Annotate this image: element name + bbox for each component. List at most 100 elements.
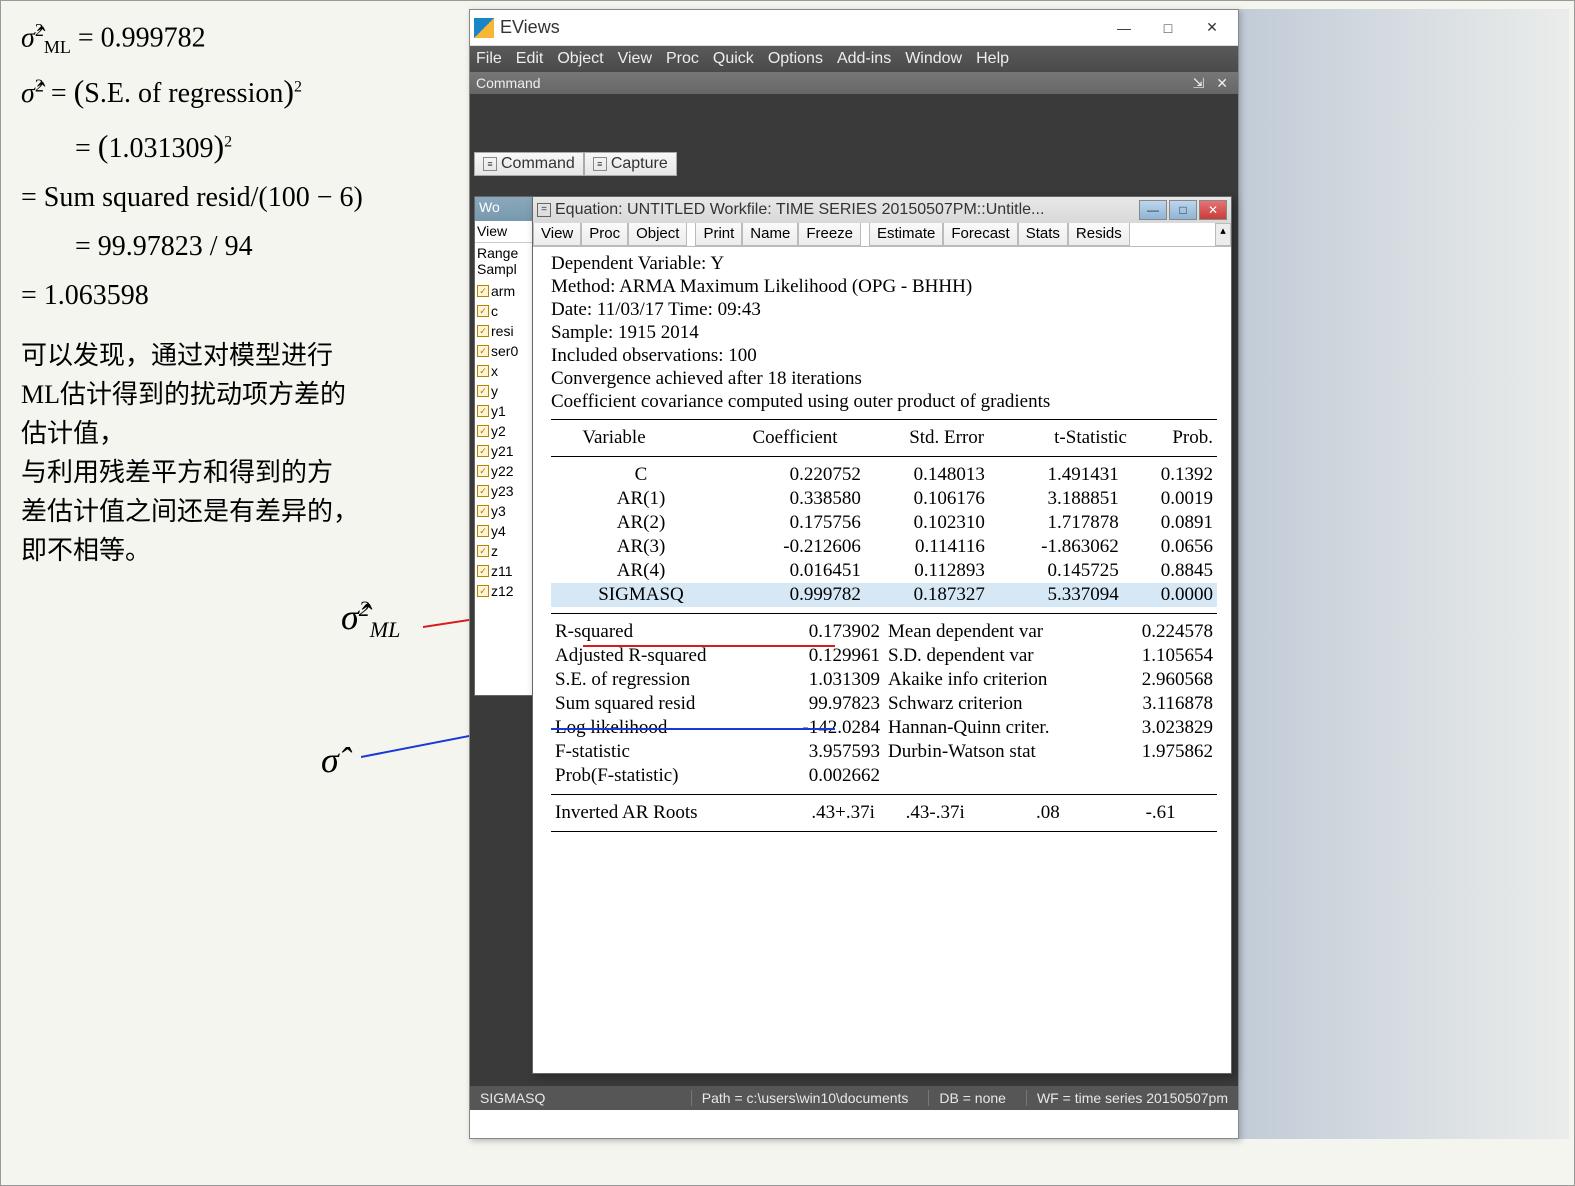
status-left: SIGMASQ [480, 1090, 545, 1106]
status-bar: SIGMASQ Path = c:\users\win10\documents … [470, 1086, 1238, 1110]
eq-tbtn-estimate[interactable]: Estimate [869, 223, 943, 246]
minimize-button[interactable]: — [1102, 14, 1146, 42]
math-line-4: = Sum squared resid/(100 − 6) [21, 176, 461, 221]
table-row: C0.2207520.1480131.4914310.1392 [551, 463, 1217, 487]
eviews-main-window: EViews — □ ✕ File Edit Object View Proc … [469, 9, 1239, 1139]
coefficient-table: Variable Coefficient Std. Error t-Statis… [551, 426, 1217, 450]
menu-proc[interactable]: Proc [666, 50, 699, 68]
table-row: S.E. of regression1.031309Akaike info cr… [551, 668, 1217, 692]
header-line: Included observations: 100 [551, 345, 1217, 367]
menu-edit[interactable]: Edit [516, 50, 544, 68]
left-notes-panel: σ̂2ML = 0.999782 σ̂2 = (S.E. of regressi… [21, 16, 461, 570]
separator [551, 456, 1217, 457]
menu-view[interactable]: View [618, 50, 652, 68]
equation-output: Dependent Variable: Y Method: ARMA Maxim… [533, 247, 1231, 1067]
object-icon: ✓ [477, 345, 489, 357]
math-line-5: = 99.97823 / 94 [21, 225, 461, 270]
command-bar-buttons[interactable]: ⇲ ✕ [1193, 75, 1232, 92]
cn-line-2: ML估计得到的扰动项方差的 [21, 375, 461, 414]
tool-tab-capture[interactable]: ≡Capture [584, 152, 677, 176]
blue-underline [551, 728, 835, 730]
eq-tbtn-forecast[interactable]: Forecast [943, 223, 1017, 246]
cn-line-1: 可以发现，通过对模型进行 [21, 336, 461, 375]
math-line-3: = (1.031309)2 [21, 121, 461, 172]
object-icon: ✓ [477, 305, 489, 317]
object-icon: ✓ [477, 505, 489, 517]
tab-icon: ≡ [593, 157, 607, 171]
main-menubar[interactable]: File Edit Object View Proc Quick Options… [470, 46, 1238, 72]
object-icon: ✓ [477, 385, 489, 397]
object-icon: ✓ [477, 405, 489, 417]
separator [551, 831, 1217, 832]
cn-line-4: 与利用残差平方和得到的方 [21, 453, 461, 492]
status-wf: WF = time series 20150507pm [1026, 1090, 1228, 1106]
object-icon: ✓ [477, 485, 489, 497]
math-line-6: = 1.063598 [21, 274, 461, 319]
eq-tbtn-resids[interactable]: Resids [1068, 223, 1130, 246]
eq-close-button[interactable]: ✕ [1199, 200, 1227, 220]
eq-tbtn-name[interactable]: Name [742, 223, 798, 246]
header-line: Date: 11/03/17 Time: 09:43 [551, 299, 1217, 321]
equation-title: Equation: UNTITLED Workfile: TIME SERIES… [555, 201, 1075, 219]
header-line: Sample: 1915 2014 [551, 322, 1217, 344]
table-header-row: Variable Coefficient Std. Error t-Statis… [551, 426, 1217, 450]
sigma-annotation: σ̂ [321, 739, 339, 781]
tool-tab-command[interactable]: ≡Command [474, 152, 584, 176]
command-bar[interactable]: Command ⇲ ✕ [470, 72, 1238, 94]
menu-window[interactable]: Window [905, 50, 962, 68]
status-path: Path = c:\users\win10\documents [691, 1090, 909, 1106]
command-label: Command [476, 75, 541, 91]
ar-roots-table: Inverted AR Roots .43+.37i .43-.37i .08 … [551, 801, 1217, 825]
lower-tool-tabs: ≡Command ≡Capture [474, 152, 677, 176]
eq-tbtn-freeze[interactable]: Freeze [798, 223, 861, 246]
table-row: AR(1)0.3385800.1061763.1888510.0019 [551, 487, 1217, 511]
header-line: Dependent Variable: Y [551, 253, 1217, 275]
background-gradient [1239, 9, 1569, 1139]
eq-tbtn-view[interactable]: View [533, 223, 581, 246]
object-icon: ✓ [477, 325, 489, 337]
eq-maximize-button[interactable]: □ [1169, 200, 1197, 220]
sigma-ml-annotation: σ̂2ML [341, 596, 400, 643]
menu-object[interactable]: Object [557, 50, 603, 68]
menu-options[interactable]: Options [768, 50, 823, 68]
menu-file[interactable]: File [476, 50, 502, 68]
chinese-note: 可以发现，通过对模型进行 ML估计得到的扰动项方差的 估计值， 与利用残差平方和… [21, 336, 461, 570]
object-icon: ✓ [477, 285, 489, 297]
titlebar[interactable]: EViews — □ ✕ [470, 10, 1238, 46]
table-row: Adjusted R-squared0.129961S.D. dependent… [551, 644, 1217, 668]
app-title: EViews [500, 17, 1102, 38]
maximize-button[interactable]: □ [1146, 14, 1190, 42]
mdi-client-area: ≡Command ≡Capture Wo View Range Sampl ✓a… [470, 94, 1238, 1110]
eq-minimize-button[interactable]: — [1139, 200, 1167, 220]
object-icon: ✓ [477, 565, 489, 577]
scroll-up-icon[interactable]: ▴ [1215, 223, 1231, 246]
menu-quick[interactable]: Quick [713, 50, 754, 68]
math-line-2: σ̂2 = (S.E. of regression)2 [21, 66, 461, 117]
object-icon: ✓ [477, 425, 489, 437]
menu-help[interactable]: Help [976, 50, 1009, 68]
cn-line-5: 差估计值之间还是有差异的， [21, 492, 461, 531]
eq-tbtn-stats[interactable]: Stats [1018, 223, 1068, 246]
app-icon [474, 18, 494, 38]
separator [551, 613, 1217, 614]
table-row: AR(4)0.0164510.1128930.1457250.8845 [551, 559, 1217, 583]
header-line: Coefficient covariance computed using ou… [551, 391, 1217, 413]
table-row: Inverted AR Roots .43+.37i .43-.37i .08 … [551, 801, 1217, 825]
header-line: Method: ARMA Maximum Likelihood (OPG - B… [551, 276, 1217, 298]
equation-window[interactable]: = Equation: UNTITLED Workfile: TIME SERI… [532, 196, 1232, 1074]
coefficient-body: C0.2207520.1480131.4914310.1392 AR(1)0.3… [551, 463, 1217, 607]
object-icon: ✓ [477, 445, 489, 457]
menu-addins[interactable]: Add-ins [837, 50, 891, 68]
object-icon: ✓ [477, 465, 489, 477]
cn-line-6: 即不相等。 [21, 531, 461, 570]
close-button[interactable]: ✕ [1190, 14, 1234, 42]
object-icon: ✓ [477, 545, 489, 557]
eq-tbtn-proc[interactable]: Proc [581, 223, 628, 246]
separator [551, 794, 1217, 795]
equation-icon: = [537, 203, 551, 217]
eq-tbtn-print[interactable]: Print [695, 223, 742, 246]
eq-tbtn-object[interactable]: Object [628, 223, 687, 246]
status-db: DB = none [928, 1090, 1006, 1106]
object-icon: ✓ [477, 585, 489, 597]
equation-titlebar[interactable]: = Equation: UNTITLED Workfile: TIME SERI… [533, 197, 1231, 223]
